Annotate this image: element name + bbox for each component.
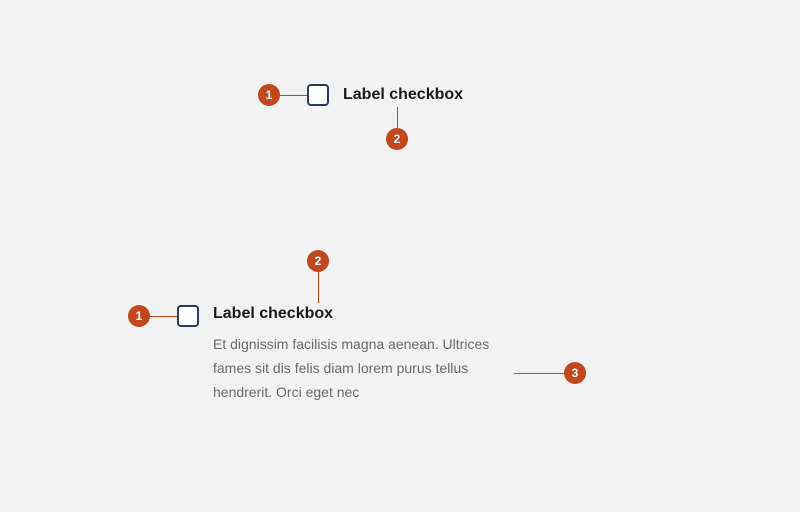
checkbox-input[interactable] (307, 84, 329, 106)
annotation-leader (514, 373, 564, 374)
checkbox-helper-text: Et dignissim facilisis magna aenean. Ult… (213, 333, 523, 404)
annotation-leader (150, 316, 177, 317)
annotation-leader (397, 107, 398, 128)
checkbox-label: Label checkbox (343, 86, 463, 104)
annotation-badge-1: 1 (258, 84, 280, 106)
annotation-leader (318, 272, 319, 303)
checkbox-input[interactable] (177, 305, 199, 327)
checkbox-example-1: Label checkbox (307, 84, 463, 106)
annotation-badge-1: 1 (128, 305, 150, 327)
annotation-badge-2: 2 (307, 250, 329, 272)
checkbox-label: Label checkbox (213, 305, 523, 323)
annotation-badge-3: 3 (564, 362, 586, 384)
annotation-leader (280, 95, 307, 96)
checkbox-example-2: Label checkbox Et dignissim facilisis ma… (177, 305, 523, 404)
annotation-badge-2: 2 (386, 128, 408, 150)
